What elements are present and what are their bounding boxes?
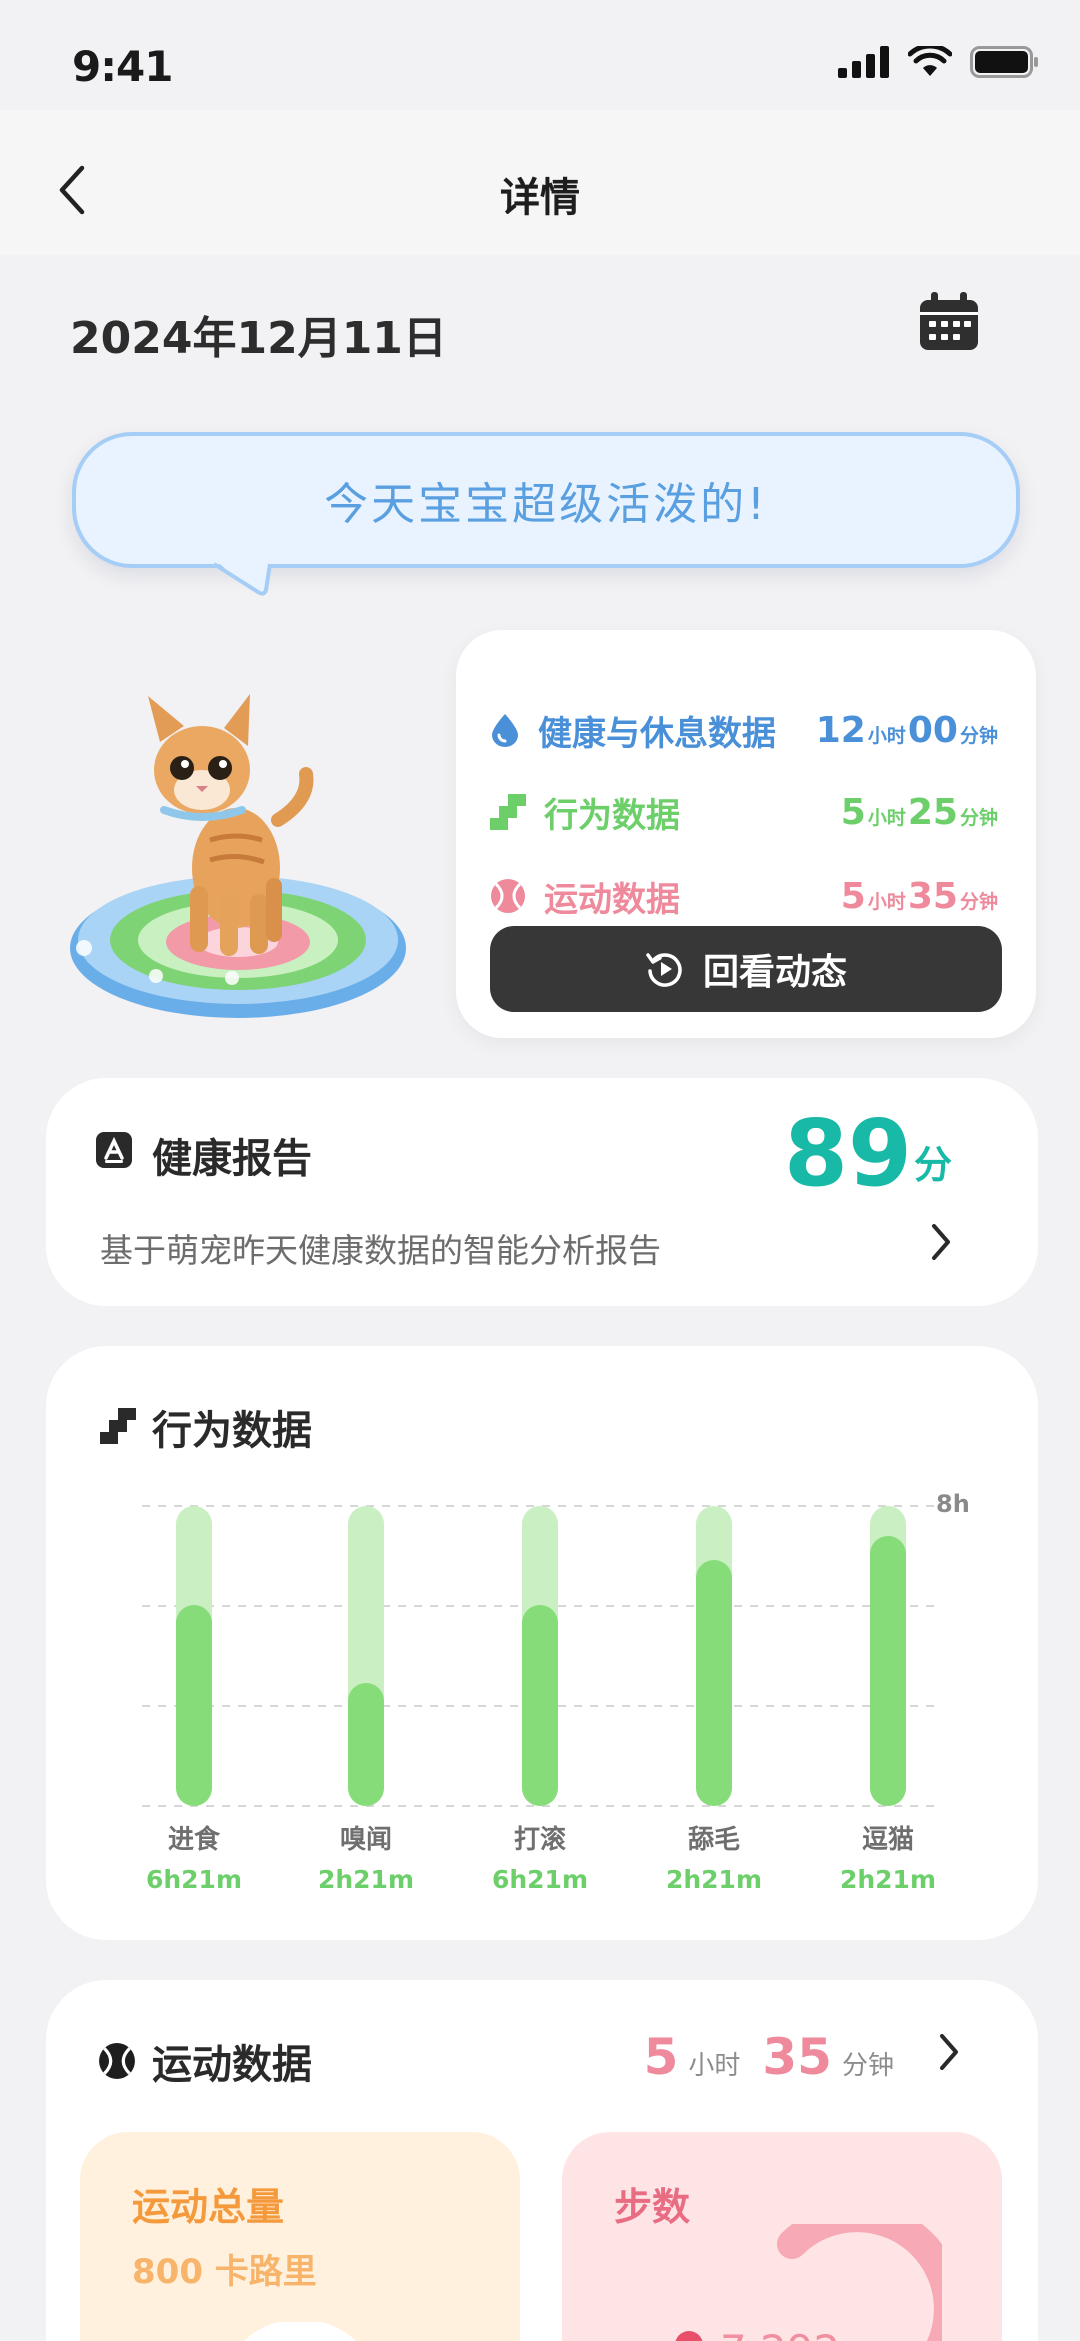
behavior-card: 行为数据 8h 进食 6h21m 嗅闻 2h21m 打滚 6h21m 舔毛 2h21m 逗猫 2h2… [46,1346,1038,1940]
cat-avatar-illustration [70,694,406,1018]
y-max-label: 8h [936,1490,970,1518]
summary-row-behavior[interactable]: 行为数据 5 小时 25 分钟 [490,782,1000,842]
summary-value: 5 小时 35 分钟 [840,875,998,917]
water-drop-icon [492,714,518,747]
steps-ring [777,2224,942,2341]
bubble-tail [212,558,272,596]
behavior-bar-chart: 8h 进食 6h21m 嗅闻 2h21m 打滚 6h21m 舔毛 2h21m 逗猫 2h21m [142,1490,970,1894]
health-score: 89 [784,1100,913,1207]
calorie-tile-label: 运动总量 [132,2185,285,2229]
summary-value: 12 小时 00 分钟 [815,709,998,751]
calendar-icon[interactable] [918,292,980,352]
chevron-right-icon[interactable] [934,2028,964,2076]
summary-label: 行为数据 [544,795,680,836]
category-label: 逗猫 [862,1825,914,1855]
steps-value: 7,292 [720,2326,840,2341]
summary-row-sport[interactable]: 运动数据 5 小时 35 分钟 [490,866,1000,926]
steps-tile-label: 步数 [614,2185,691,2229]
bar [522,1605,558,1806]
summary-label: 运动数据 [544,879,680,920]
wifi-icon [908,46,952,76]
daily-summary-card: 健康与休息数据 12 小时 00 分钟 行为数据 5 小时 25 分钟 运动数据 5 小时 35… [456,630,1036,1038]
category-label: 打滚 [514,1824,566,1855]
calorie-ring [243,2322,357,2341]
bar [870,1536,906,1806]
date-label: 2024年12月11日 [70,313,447,364]
category-label: 进食 [168,1824,221,1855]
summary-value: 5 小时 25 分钟 [840,791,998,833]
battery-icon [970,46,1038,78]
sport-card[interactable]: 运动数据 5小时 35分钟 运动总量 800 卡路里 步数 7,292 [46,1980,1038,2341]
page-title: 详情 [500,175,580,221]
value-label: 6h21m [492,1865,588,1894]
category-label: 舔毛 [688,1825,740,1855]
tennis-ball-icon [491,879,525,913]
status-icons [838,46,1040,78]
replay-icon [646,953,682,987]
signal-icon [838,46,889,78]
replay-button-label: 回看动态 [702,952,847,993]
value-label: 2h21m [318,1865,414,1894]
health-report-description: 基于萌宠昨天健康数据的智能分析报告 [100,1231,661,1270]
bar [176,1605,212,1806]
steps-tile[interactable]: 步数 7,292 [562,2132,1002,2341]
status-time: 9:41 [72,42,173,91]
value-label: 2h21m [666,1865,762,1894]
value-label: 6h21m [146,1865,242,1894]
health-score-unit: 分 [914,1143,953,1187]
bar [348,1683,384,1806]
sport-total-time: 5 小时 35 分钟 [643,2028,894,2086]
health-report-card[interactable]: 健康报告 89 分 基于萌宠昨天健康数据的智能分析报告 [46,1078,1038,1306]
summary-row-health[interactable]: 健康与休息数据 12 小时 00 分钟 [490,700,1000,760]
replay-button[interactable]: 回看动态 [490,926,1002,1012]
value-label: 2h21m [840,1865,936,1894]
behavior-blocks-icon [490,794,526,830]
steps-dot-icon [675,2331,703,2341]
calorie-tile[interactable]: 运动总量 800 卡路里 [80,2132,520,2341]
mood-bubble: 今天宝宝超级活泼的! [72,432,1020,568]
chevron-right-icon[interactable] [926,1218,956,1266]
summary-label: 健康与休息数据 [538,713,776,754]
calorie-value: 800 卡路里 [132,2252,317,2292]
category-label: 嗅闻 [340,1825,392,1855]
tennis-ball-icon [99,2043,135,2079]
bar [696,1560,732,1806]
report-icon [96,1132,132,1168]
health-report-title: 健康报告 [152,1136,312,1182]
sport-title: 运动数据 [152,2042,312,2088]
